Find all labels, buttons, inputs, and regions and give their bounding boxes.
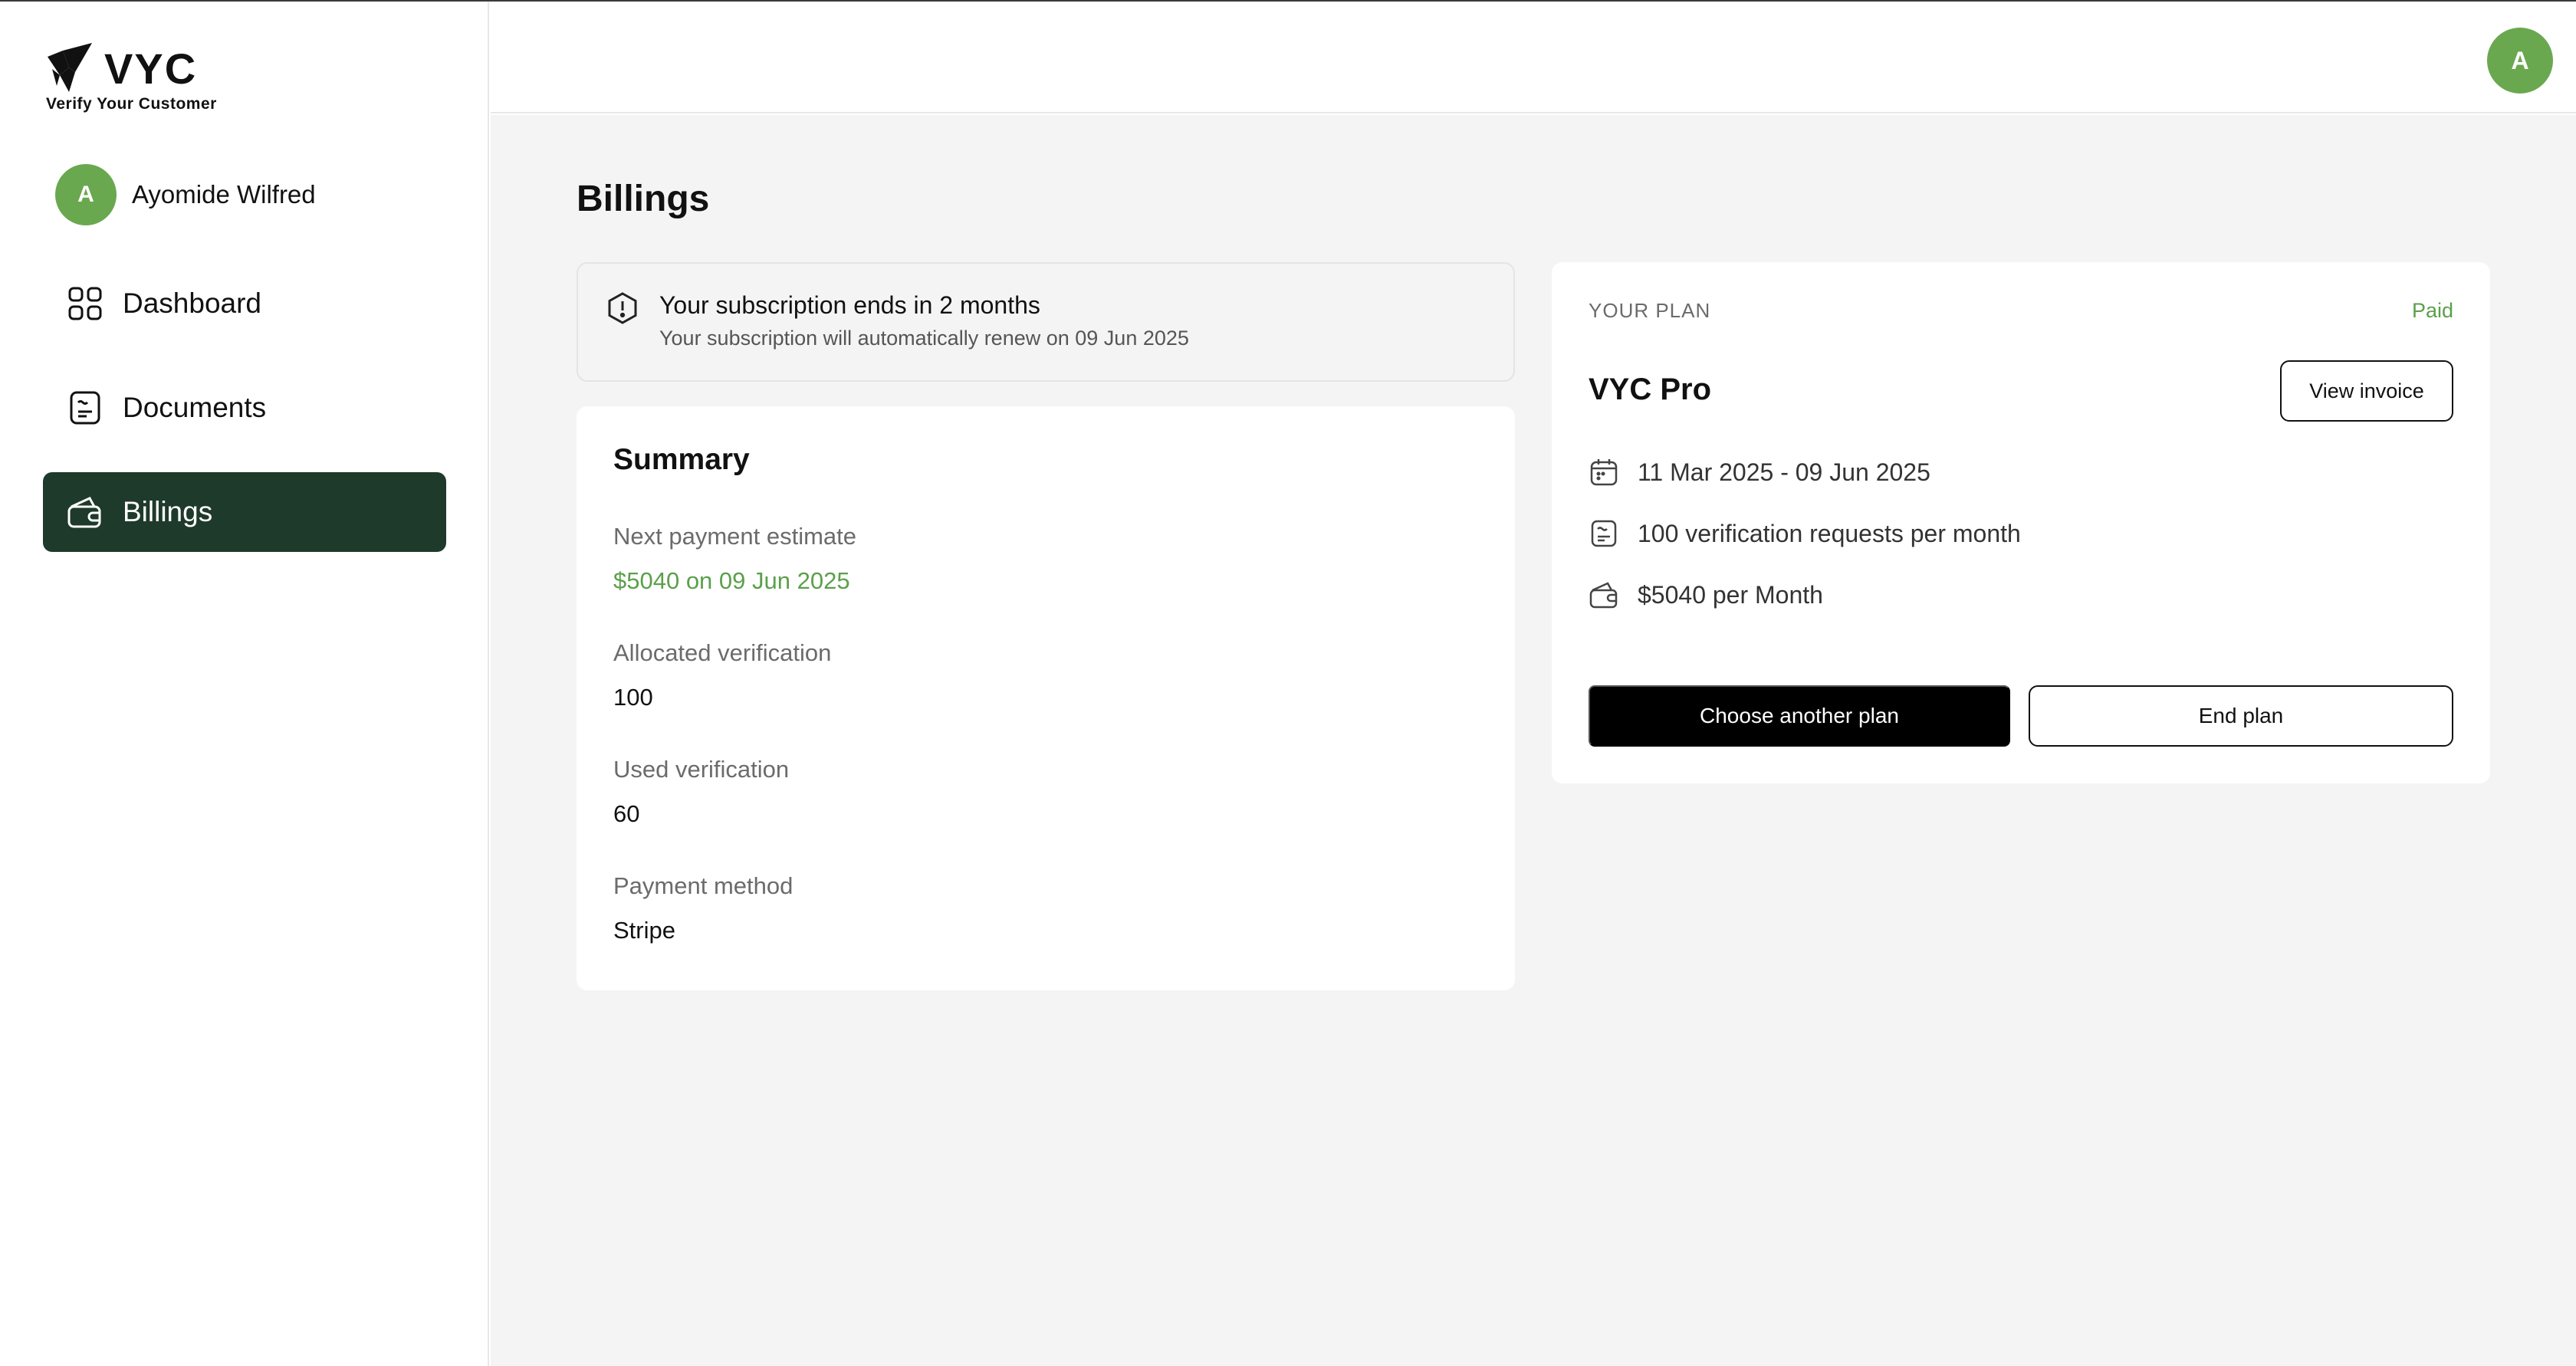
plan-detail-period: 11 Mar 2025 - 09 Jun 2025 (1589, 457, 1930, 488)
alert-hexagon-icon (606, 291, 639, 325)
dashboard-grid-icon (66, 284, 104, 323)
user-name: Ayomide Wilfred (132, 180, 316, 209)
sidebar-nav: Dashboard Documents Billings (43, 264, 446, 576)
sidebar: VYC Verify Your Customer A Ayomide Wilfr… (0, 2, 489, 1366)
plan-detail-text: 11 Mar 2025 - 09 Jun 2025 (1638, 458, 1930, 486)
field-label: Allocated verification (613, 639, 832, 666)
field-value: $5040 on 09 Jun 2025 (613, 567, 850, 594)
view-invoice-button[interactable]: View invoice (2280, 360, 2453, 422)
brand-logo[interactable]: VYC Verify Your Customer (46, 41, 217, 113)
logo-mark-icon (48, 43, 92, 92)
summary-field-payment-method: Payment method Stripe (613, 872, 793, 944)
sidebar-user[interactable]: A Ayomide Wilfred (55, 164, 316, 225)
app-root: VYC Verify Your Customer A Ayomide Wilfr… (0, 0, 2576, 1366)
calendar-icon (1589, 457, 1619, 488)
field-label: Next payment estimate (613, 523, 857, 550)
topbar: A (491, 2, 2576, 113)
plan-detail-price: $5040 per Month (1589, 580, 1823, 610)
main-content: Billings Your subscription ends in 2 mon… (491, 115, 2576, 1366)
page-title: Billings (577, 179, 710, 219)
choose-another-plan-button[interactable]: Choose another plan (1589, 685, 2010, 747)
plan-detail-text: $5040 per Month (1638, 580, 1823, 609)
avatar: A (55, 164, 117, 225)
field-label: Used verification (613, 756, 790, 783)
sidebar-item-label: Billings (123, 496, 213, 527)
sidebar-item-dashboard[interactable]: Dashboard (43, 264, 446, 343)
sidebar-item-documents[interactable]: Documents (43, 368, 446, 448)
subscription-notice: Your subscription ends in 2 months Your … (577, 262, 1515, 382)
sidebar-item-billings[interactable]: Billings (43, 472, 446, 552)
summary-field-next-payment: Next payment estimate $5040 on 09 Jun 20… (613, 523, 856, 595)
field-label: Payment method (613, 872, 794, 899)
end-plan-button[interactable]: End plan (2029, 685, 2453, 747)
wallet-icon (66, 493, 104, 531)
plan-detail-text: 100 verification requests per month (1638, 519, 2021, 547)
summary-field-used: Used verification 60 (613, 756, 789, 828)
summary-field-allocated: Allocated verification 100 (613, 639, 831, 711)
plan-detail-requests: 100 verification requests per month (1589, 518, 2021, 549)
profile-avatar[interactable]: A (2487, 28, 2553, 94)
sidebar-item-label: Dashboard (123, 287, 262, 319)
summary-title: Summary (613, 443, 750, 476)
plan-card: YOUR PLAN Paid VYC Pro View invoice 11 M… (1552, 262, 2490, 783)
summary-card: Summary Next payment estimate $5040 on 0… (577, 406, 1515, 990)
field-value: 60 (613, 800, 640, 827)
document-icon (66, 389, 104, 427)
status-badge: Paid (2411, 299, 2453, 322)
brand-tagline: Verify Your Customer (46, 95, 217, 113)
field-value: 100 (613, 684, 653, 711)
notice-subtitle: Your subscription will automatically ren… (659, 327, 1189, 350)
notice-title: Your subscription ends in 2 months (659, 291, 1040, 319)
document-icon (1589, 518, 1619, 549)
brand-name: VYC (104, 44, 198, 93)
sidebar-item-label: Documents (123, 392, 267, 423)
wallet-icon (1589, 580, 1619, 610)
plan-label: YOUR PLAN (1589, 299, 1711, 322)
plan-name: VYC Pro (1589, 373, 1712, 406)
field-value: Stripe (613, 917, 675, 944)
